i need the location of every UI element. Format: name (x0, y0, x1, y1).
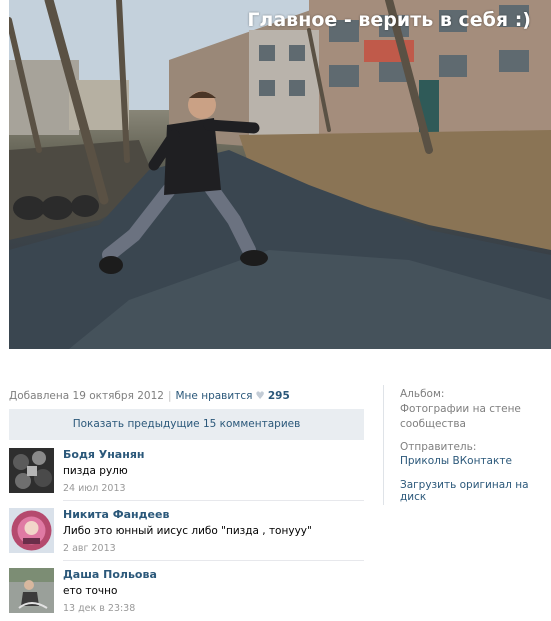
comment-date[interactable]: 2 авг 2013 (63, 543, 116, 554)
comment-text: ето точно (63, 585, 118, 597)
photo-caption: Главное - верить в себя :) (247, 9, 531, 31)
comment-divider (63, 500, 364, 501)
show-previous-comments-button[interactable]: Показать предыдущие 15 комментариев (9, 409, 364, 440)
comment-author[interactable]: Даша Польова (63, 568, 157, 581)
added-date: Добавлена 19 октября 2012 (9, 390, 164, 402)
comment-text: Либо это юнный иисус либо "пизда , тонуу… (63, 525, 312, 537)
avatar[interactable] (9, 448, 54, 493)
comment-author[interactable]: Никита Фандеев (63, 508, 169, 521)
post-photo[interactable]: Главное - верить в себя :) (9, 0, 551, 349)
comment-author[interactable]: Бодя Унанян (63, 448, 145, 461)
avatar[interactable] (9, 568, 54, 613)
heart-icon[interactable]: ♥ (255, 390, 264, 402)
post-meta: Добавлена 19 октября 2012 | Мне нравится ♥ 2… (9, 390, 290, 402)
meta-separator: | (167, 390, 172, 402)
sidebar-divider (383, 385, 384, 505)
avatar[interactable] (9, 508, 54, 553)
comment-text: пизда рулю (63, 465, 128, 477)
album-label: Альбом: (400, 388, 445, 400)
album-name-line2[interactable]: сообщества (400, 417, 466, 432)
sender-link[interactable]: Приколы ВКонтакте (400, 455, 512, 467)
like-count[interactable]: 295 (268, 390, 290, 402)
sender-label: Отправитель: (400, 441, 477, 453)
photo-scene (9, 0, 551, 349)
download-original-link[interactable]: Загрузить оригинал на диск (400, 479, 551, 503)
comment-date[interactable]: 24 июл 2013 (63, 483, 126, 494)
comment-divider (63, 560, 364, 561)
like-link[interactable]: Мне нравится (176, 390, 253, 402)
album-name-line1[interactable]: Фотографии на стене (400, 402, 521, 417)
comment-date[interactable]: 13 дек в 23:38 (63, 603, 135, 614)
